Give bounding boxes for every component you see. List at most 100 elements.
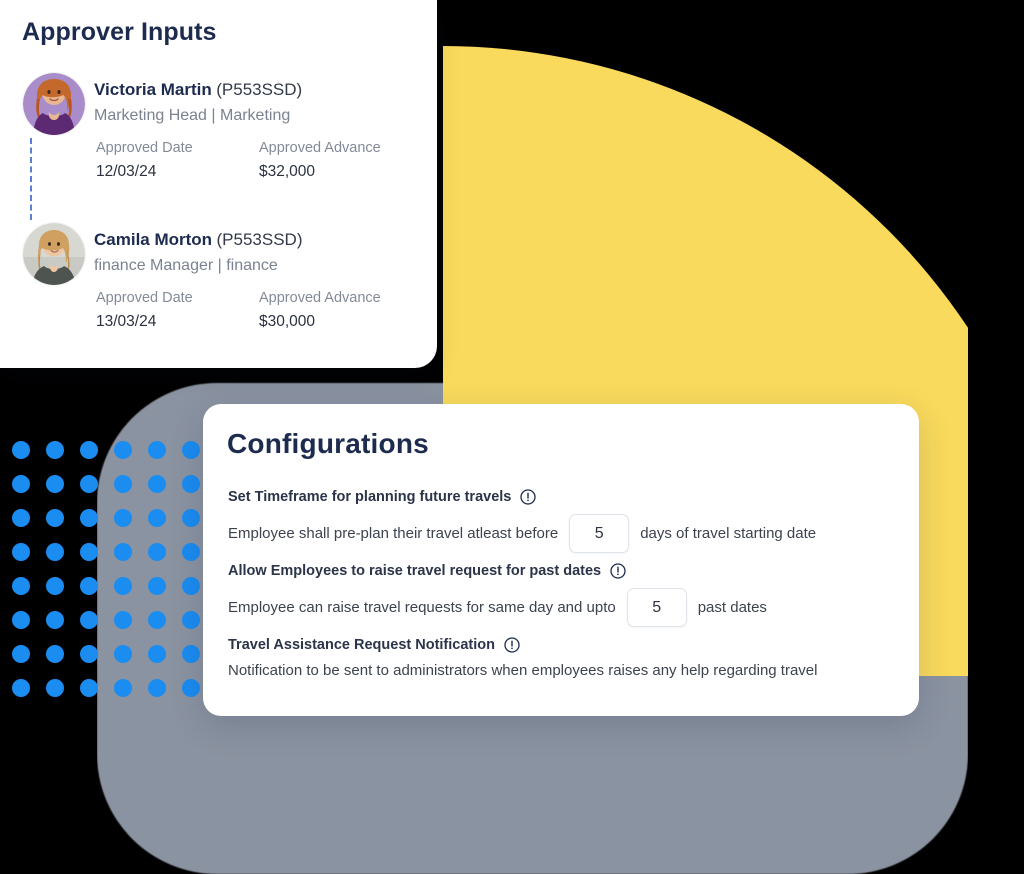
decorative-dot — [12, 577, 30, 595]
decorative-dot — [114, 577, 132, 595]
decorative-dot — [148, 543, 166, 561]
decorative-dot — [80, 679, 98, 697]
approved-date-label: Approved Date — [96, 290, 193, 306]
decorative-dot — [114, 441, 132, 459]
configurations-title: Configurations — [227, 428, 429, 459]
approver-inputs-card: Approver Inputs Victoria Martin (P553SSD… — [0, 0, 437, 368]
decorative-dot — [114, 645, 132, 663]
decorative-dot — [114, 679, 132, 697]
decorative-dot — [182, 577, 200, 595]
decorative-dot — [46, 679, 64, 697]
config-row-heading-wrap: Travel Assistance Request Notification — [228, 637, 898, 653]
decorative-dot — [80, 543, 98, 561]
decorative-dot — [148, 475, 166, 493]
config-row-heading-wrap: Allow Employees to raise travel request … — [228, 563, 898, 579]
decorative-dot — [148, 577, 166, 595]
decorative-dot — [148, 441, 166, 459]
decorative-dot — [182, 475, 200, 493]
config-text-after: past dates — [697, 599, 767, 616]
decorative-dot — [46, 543, 64, 561]
approver-role: finance Manager | finance — [94, 257, 278, 274]
decorative-dot — [12, 611, 30, 629]
decorative-dot — [12, 679, 30, 697]
approver-name: Camila Morton — [94, 230, 213, 249]
approver-role: Marketing Head | Marketing — [94, 107, 291, 124]
decorative-dot — [12, 543, 30, 561]
approved-date-column: Approved Date 13/03/24 — [96, 290, 259, 331]
decorative-dot — [114, 475, 132, 493]
decorative-dot — [12, 509, 30, 527]
config-heading-label: Allow Employees to raise travel request … — [228, 563, 602, 579]
decorative-dot — [182, 611, 200, 629]
approver-name-row: Camila Morton (P553SSD) — [94, 230, 303, 250]
config-row-notification: Travel Assistance Request Notification N… — [228, 637, 898, 679]
decorative-dot — [182, 509, 200, 527]
approver-employee-id: (P553SSD) — [216, 80, 303, 99]
approved-date-column: Approved Date 12/03/24 — [96, 140, 259, 181]
info-circle-icon[interactable] — [610, 563, 626, 579]
decorative-dot — [182, 679, 200, 697]
approved-advance-label: Approved Advance — [259, 140, 381, 156]
approver-name-row: Victoria Martin (P553SSD) — [94, 80, 302, 100]
timeframe-days-input[interactable]: 5 — [569, 514, 630, 553]
approved-advance-value: $32,000 — [259, 163, 316, 180]
decorative-dot-grid — [0, 430, 210, 710]
decorative-dot — [182, 543, 200, 561]
config-row-heading-wrap: Set Timeframe for planning future travel… — [228, 489, 898, 505]
config-row-timeframe: Set Timeframe for planning future travel… — [228, 489, 898, 553]
decorative-dot — [80, 577, 98, 595]
decorative-dot — [182, 645, 200, 663]
approver-name: Victoria Martin — [94, 80, 212, 99]
decorative-dot — [12, 645, 30, 663]
decorative-dot — [80, 509, 98, 527]
decorative-dot — [114, 543, 132, 561]
config-text-before: Employee shall pre-plan their travel atl… — [228, 525, 559, 542]
approved-advance-value: $30,000 — [259, 313, 316, 330]
config-text-before: Employee can raise travel requests for s… — [228, 599, 616, 616]
approver-connector-line — [30, 138, 32, 220]
config-text-after: days of travel starting date — [640, 525, 817, 542]
decorative-dot — [46, 645, 64, 663]
config-row-body: Employee shall pre-plan their travel atl… — [228, 514, 898, 553]
decorative-dot — [80, 611, 98, 629]
approved-advance-label: Approved Advance — [259, 290, 381, 306]
config-row-body: Notification to be sent to administrator… — [228, 662, 898, 679]
decorative-dot — [12, 441, 30, 459]
approver-inputs-title: Approver Inputs — [22, 18, 217, 46]
configurations-card: Configurations Set Timeframe for plannin… — [203, 404, 919, 716]
config-row-body: Employee can raise travel requests for s… — [228, 588, 898, 627]
config-text-before: Notification to be sent to administrator… — [228, 662, 818, 679]
decorative-dot — [12, 475, 30, 493]
approved-date-value: 13/03/24 — [96, 313, 157, 330]
config-row-past-dates: Allow Employees to raise travel request … — [228, 563, 898, 627]
approved-advance-column: Approved Advance $30,000 — [259, 290, 381, 331]
config-heading-label: Set Timeframe for planning future travel… — [228, 489, 512, 505]
decorative-dot — [46, 509, 64, 527]
config-heading-label: Travel Assistance Request Notification — [228, 637, 495, 653]
decorative-dot — [46, 441, 64, 459]
decorative-dot — [46, 611, 64, 629]
avatar-camila-morton — [22, 222, 86, 286]
decorative-dot — [80, 441, 98, 459]
approver-employee-id: (P553SSD) — [216, 230, 303, 249]
info-circle-icon[interactable] — [520, 489, 537, 505]
info-circle-icon[interactable] — [504, 637, 520, 653]
approver-meta: Approved Date 13/03/24 Approved Advance … — [96, 290, 436, 331]
decorative-dot — [114, 611, 132, 629]
approved-date-value: 12/03/24 — [96, 163, 157, 180]
screenshot-stage: Approver Inputs Victoria Martin (P553SSD… — [0, 0, 1024, 874]
decorative-dot — [148, 679, 166, 697]
decorative-dot — [148, 509, 166, 527]
decorative-dot — [148, 645, 166, 663]
approved-advance-column: Approved Advance $32,000 — [259, 140, 381, 181]
decorative-dot — [182, 441, 200, 459]
decorative-dot — [80, 645, 98, 663]
avatar-victoria-martin — [22, 72, 86, 136]
past-dates-input[interactable]: 5 — [626, 588, 687, 627]
decorative-dot — [148, 611, 166, 629]
decorative-dot — [46, 475, 64, 493]
approved-date-label: Approved Date — [96, 140, 193, 156]
decorative-dot — [46, 577, 64, 595]
decorative-dot — [114, 509, 132, 527]
black-backdrop-right — [968, 0, 1024, 874]
